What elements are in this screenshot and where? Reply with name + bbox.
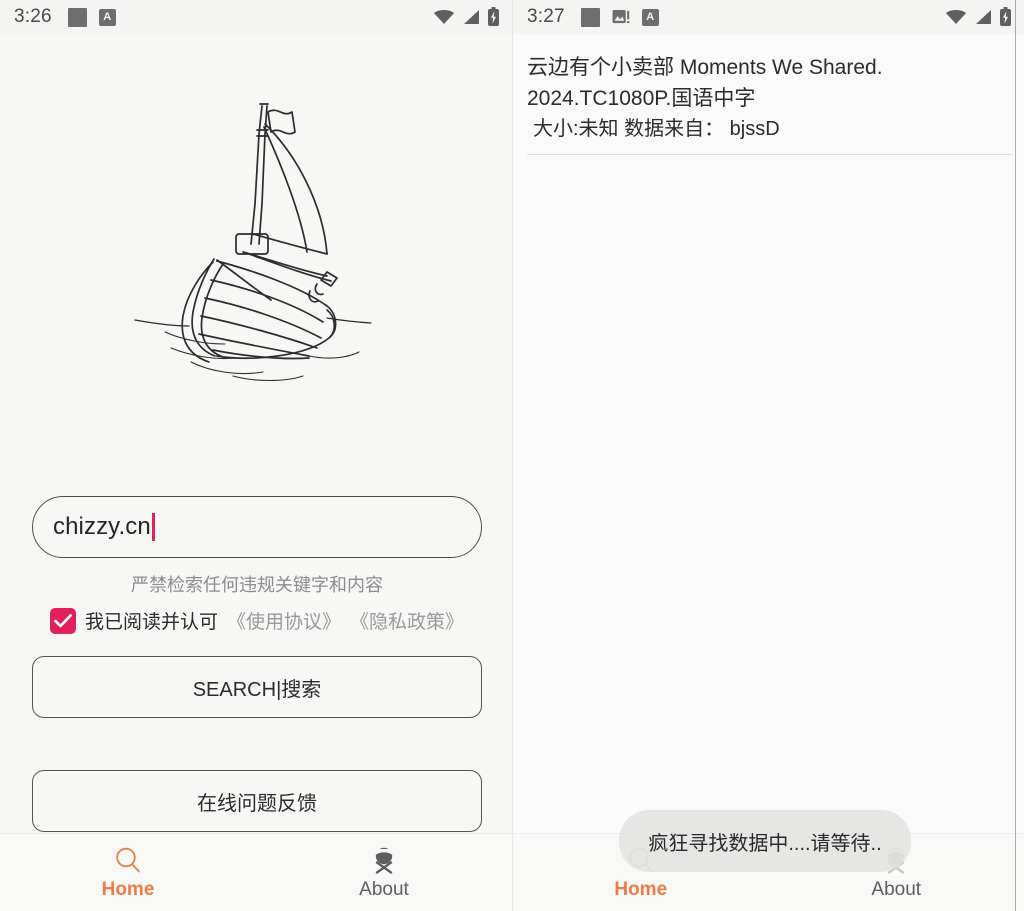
agreement-label: 我已阅读并认可 [84, 612, 218, 633]
feedback-button[interactable]: 在线问题反馈 [32, 770, 482, 832]
search-warning-text: 严禁检索任何违规关键字和内容 [131, 575, 383, 595]
result-title: 云边有个小卖部 Moments We Shared. 2024.TC1080P.… [527, 56, 883, 111]
search-form: chizzy.cn 严禁检索任何违规关键字和内容 我已阅读并认可 《使用协议》 … [0, 496, 512, 832]
nav-label-home: Home [614, 878, 668, 900]
a-badge-icon: A [641, 8, 659, 26]
search-button[interactable]: SEARCH|搜索 [32, 656, 482, 718]
a-badge-icon: A [98, 8, 116, 26]
nav-label-about: About [871, 878, 922, 900]
about-person-icon [375, 847, 393, 874]
right-statusbar: 3:27 A [513, 0, 1024, 34]
statusbar-clock: 3:26 [14, 6, 52, 27]
statusbar-left-icons: A [580, 7, 659, 27]
terms-link[interactable]: 《使用协议》 [227, 607, 341, 634]
app-square-icon [67, 7, 87, 27]
check-icon [54, 613, 72, 627]
agreement-row[interactable]: 我已阅读并认可 《使用协议》 《隐私政策》 [32, 607, 482, 634]
result-meta: 大小:未知 数据来自： bjssD [533, 118, 780, 141]
sailboat-illustration-wrap [0, 34, 512, 464]
dual-panel-screenshot: 3:26 A chizzy.cn 严禁检索任何违规关键字和内容 我已阅读并认可 … [0, 0, 1024, 911]
wifi-icon [946, 10, 966, 24]
left-bottom-nav: Home About [0, 833, 512, 911]
signal-icon [976, 10, 991, 24]
nav-item-home[interactable]: Home [0, 834, 256, 911]
signal-icon [464, 10, 479, 24]
result-item[interactable]: 云边有个小卖部 Moments We Shared. 2024.TC1080P.… [527, 46, 1012, 156]
battery-charging-icon [1000, 7, 1011, 26]
statusbar-left-icons: A [67, 7, 116, 27]
search-results-list: 云边有个小卖部 Moments We Shared. 2024.TC1080P.… [513, 34, 1024, 156]
search-icon [116, 847, 140, 872]
photo-alert-icon [612, 9, 629, 24]
statusbar-right-icons [945, 7, 1012, 27]
search-input[interactable]: chizzy.cn [32, 496, 482, 558]
text-caret [151, 513, 155, 541]
privacy-link[interactable]: 《隐私政策》 [350, 607, 464, 634]
statusbar-right-icons [433, 7, 500, 27]
search-input-value: chizzy.cn [53, 513, 151, 540]
nav-label-home: Home [101, 878, 155, 900]
nav-item-about[interactable]: About [256, 834, 512, 911]
nav-label-about: About [359, 878, 409, 900]
app-square-icon [580, 7, 600, 27]
statusbar-clock: 3:27 [527, 6, 565, 27]
loading-toast: 疯狂寻找数据中....请等待.. [619, 810, 911, 872]
left-phone-panel: 3:26 A chizzy.cn 严禁检索任何违规关键字和内容 我已阅读并认可 … [0, 0, 512, 911]
wifi-icon [434, 10, 454, 24]
right-phone-panel: 3:27 A 云边有个小卖部 Moments We Shared. 2024.T… [512, 0, 1024, 911]
battery-charging-icon [488, 7, 499, 26]
agreement-checkbox[interactable] [49, 607, 76, 634]
left-statusbar: 3:26 A [0, 0, 512, 34]
sailboat-sketch-illustration [134, 103, 372, 381]
